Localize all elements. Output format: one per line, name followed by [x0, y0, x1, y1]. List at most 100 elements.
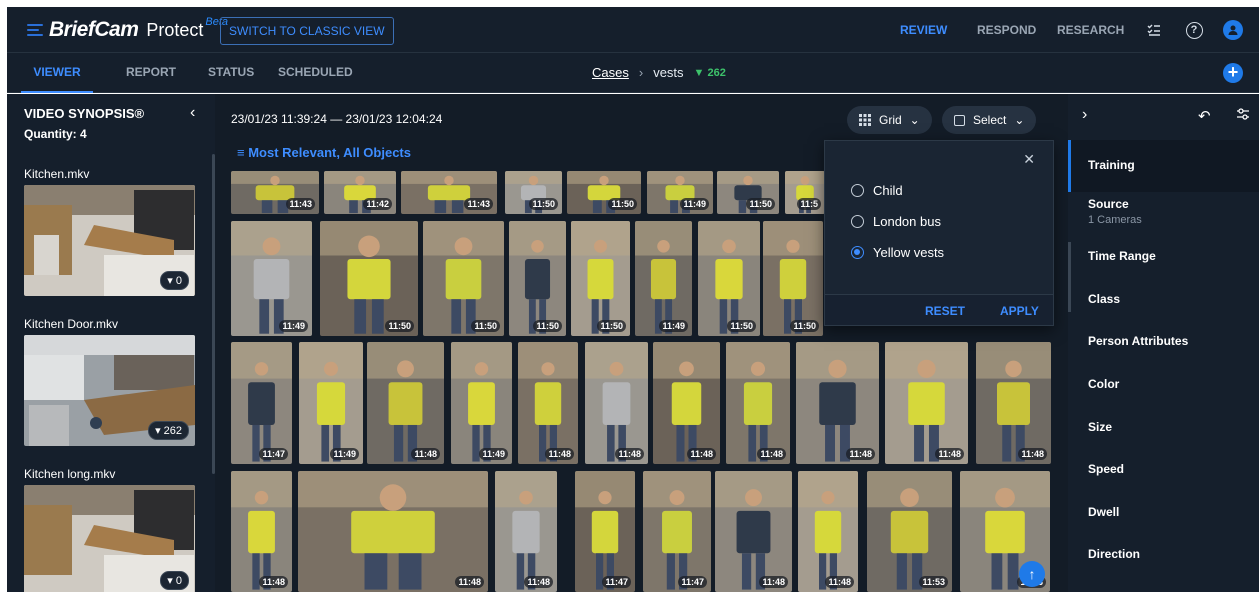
- object-time-label: 11:48: [615, 448, 644, 460]
- help-icon[interactable]: ?: [1184, 20, 1204, 40]
- filter-person-attributes[interactable]: Person Attributes: [1068, 334, 1259, 348]
- object-time-label: 11:47: [602, 576, 631, 588]
- object-thumbnail[interactable]: 11:50: [423, 221, 504, 336]
- object-thumbnail[interactable]: 11:47: [575, 471, 635, 592]
- select-dropdown[interactable]: Select ⌄: [942, 106, 1037, 134]
- object-thumbnail[interactable]: 11:48: [885, 342, 968, 464]
- object-thumbnail[interactable]: 11:48: [495, 471, 557, 592]
- filter-settings-icon[interactable]: [1236, 107, 1250, 126]
- object-time-label: 11:48: [759, 576, 788, 588]
- tab-scheduled[interactable]: SCHEDULED: [278, 53, 353, 93]
- filter-size[interactable]: Size: [1068, 420, 1259, 434]
- object-thumbnail[interactable]: 11:48: [231, 471, 292, 592]
- detections-count: 262: [163, 425, 182, 437]
- user-avatar-icon[interactable]: [1223, 20, 1243, 40]
- object-thumbnail[interactable]: 11:43: [401, 171, 497, 214]
- object-thumbnail[interactable]: 11:49: [647, 171, 713, 214]
- object-thumbnail[interactable]: 11:47: [643, 471, 711, 592]
- object-time-label: 11:42: [363, 198, 392, 210]
- object-time-label: 11:47: [259, 448, 288, 460]
- nav-review[interactable]: REVIEW: [900, 7, 947, 53]
- object-thumbnail[interactable]: 11:49: [231, 221, 312, 336]
- class-option-yellow-vests[interactable]: Yellow vests: [851, 245, 944, 260]
- filter-training[interactable]: Training: [1068, 140, 1259, 192]
- object-thumbnail[interactable]: 11:47: [231, 342, 292, 464]
- filters-scrollbar[interactable]: [1068, 242, 1071, 312]
- object-time-label: 11:48: [1018, 448, 1047, 460]
- object-thumbnail[interactable]: 11:48: [653, 342, 720, 464]
- radio-selected-icon[interactable]: [851, 246, 864, 259]
- apply-button[interactable]: APPLY: [1000, 304, 1039, 318]
- filter-direction[interactable]: Direction: [1068, 547, 1259, 561]
- video-synopsis-sidebar: VIDEO SYNOPSIS® Quantity: 4 ‹ Kitchen.mk…: [7, 94, 215, 592]
- filter-color[interactable]: Color: [1068, 377, 1259, 391]
- object-thumbnail[interactable]: 11:48: [715, 471, 792, 592]
- video-name: Kitchen long.mkv: [24, 467, 116, 481]
- object-thumbnail[interactable]: 11:49: [451, 342, 512, 464]
- object-thumbnail[interactable]: 11:50: [567, 171, 641, 214]
- object-thumbnail[interactable]: 11:43: [231, 171, 319, 214]
- video-thumbnail[interactable]: ▾ 262: [24, 335, 195, 446]
- sort-filter-label[interactable]: ≡ Most Relevant, All Objects: [237, 145, 411, 160]
- detections-count-badge: ▾ 262: [148, 421, 189, 440]
- tab-report[interactable]: REPORT: [126, 53, 176, 93]
- task-list-icon[interactable]: [1144, 20, 1164, 40]
- object-thumbnail[interactable]: 11:48: [796, 342, 879, 464]
- object-time-label: 11:43: [286, 198, 315, 210]
- filter-class[interactable]: Class: [1068, 292, 1259, 306]
- menu-icon: [27, 24, 43, 36]
- filters-panel-header: › ↶: [1068, 94, 1259, 140]
- view-mode-dropdown[interactable]: Grid ⌄: [847, 106, 932, 134]
- object-thumbnail[interactable]: 11:53: [867, 471, 952, 592]
- object-time-label: 11:5: [797, 198, 821, 210]
- object-thumbnail[interactable]: 11:48: [298, 471, 488, 592]
- object-time-label: 11:49: [479, 448, 508, 460]
- briefcam-logo[interactable]: BriefCam Protect Beta: [27, 16, 228, 43]
- object-thumbnail[interactable]: 11:50: [698, 221, 760, 336]
- object-thumbnail[interactable]: 11:50: [571, 221, 630, 336]
- object-thumbnail[interactable]: 11:42: [324, 171, 396, 214]
- undo-icon[interactable]: ↶: [1198, 107, 1211, 125]
- filter-source[interactable]: Source 1 Cameras: [1068, 197, 1259, 226]
- detections-count: 0: [175, 275, 182, 287]
- filter-speed[interactable]: Speed: [1068, 462, 1259, 476]
- breadcrumb: Cases › vests ▼ 262: [592, 53, 726, 93]
- class-option-child[interactable]: Child: [851, 183, 903, 198]
- chevron-right-icon[interactable]: ›: [1082, 106, 1087, 124]
- breadcrumb-cases-link[interactable]: Cases: [592, 54, 629, 92]
- switch-classic-view-button[interactable]: SWITCH TO CLASSIC VIEW: [220, 17, 394, 45]
- close-icon[interactable]: ✕: [1023, 151, 1035, 168]
- object-thumbnail[interactable]: 11:50: [717, 171, 779, 214]
- radio-icon[interactable]: [851, 184, 864, 197]
- object-thumbnail[interactable]: 11:48: [976, 342, 1051, 464]
- object-thumbnail[interactable]: 11:50: [320, 221, 418, 336]
- object-thumbnail[interactable]: 11:48: [518, 342, 578, 464]
- collapse-sidebar-icon[interactable]: ‹: [190, 104, 195, 122]
- radio-icon[interactable]: [851, 215, 864, 228]
- date-range: 23/01/23 11:39:24 — 23/01/23 12:04:24: [231, 112, 443, 126]
- object-thumbnail[interactable]: 11:50: [509, 221, 566, 336]
- filtered-count: 262: [707, 67, 726, 79]
- video-thumbnail[interactable]: ▾ 0: [24, 485, 195, 592]
- tab-status[interactable]: STATUS: [208, 53, 254, 93]
- object-time-label: 11:50: [385, 320, 414, 332]
- object-thumbnail[interactable]: 11:48: [798, 471, 858, 592]
- class-option-london-bus[interactable]: London bus: [851, 214, 941, 229]
- object-thumbnail[interactable]: 11:48: [585, 342, 648, 464]
- nav-research[interactable]: RESEARCH: [1057, 7, 1124, 53]
- object-thumbnail[interactable]: 11:49: [635, 221, 692, 336]
- object-thumbnail[interactable]: 11:48: [726, 342, 790, 464]
- object-thumbnail[interactable]: 11:50: [505, 171, 562, 214]
- object-thumbnail[interactable]: 11:50: [763, 221, 823, 336]
- video-thumbnail[interactable]: ▾ 0: [24, 185, 195, 296]
- object-thumbnail[interactable]: 11:48: [367, 342, 444, 464]
- object-thumbnail[interactable]: 11:5: [785, 171, 825, 214]
- reset-button[interactable]: RESET: [925, 304, 965, 318]
- object-thumbnail[interactable]: 11:49: [299, 342, 363, 464]
- tab-viewer[interactable]: VIEWER: [21, 53, 93, 93]
- filter-time-range[interactable]: Time Range: [1068, 249, 1259, 263]
- nav-respond[interactable]: RESPOND: [977, 7, 1036, 53]
- scroll-to-top-button[interactable]: ↑: [1019, 561, 1045, 587]
- filter-dwell[interactable]: Dwell: [1068, 505, 1259, 519]
- add-button[interactable]: +: [1223, 63, 1243, 83]
